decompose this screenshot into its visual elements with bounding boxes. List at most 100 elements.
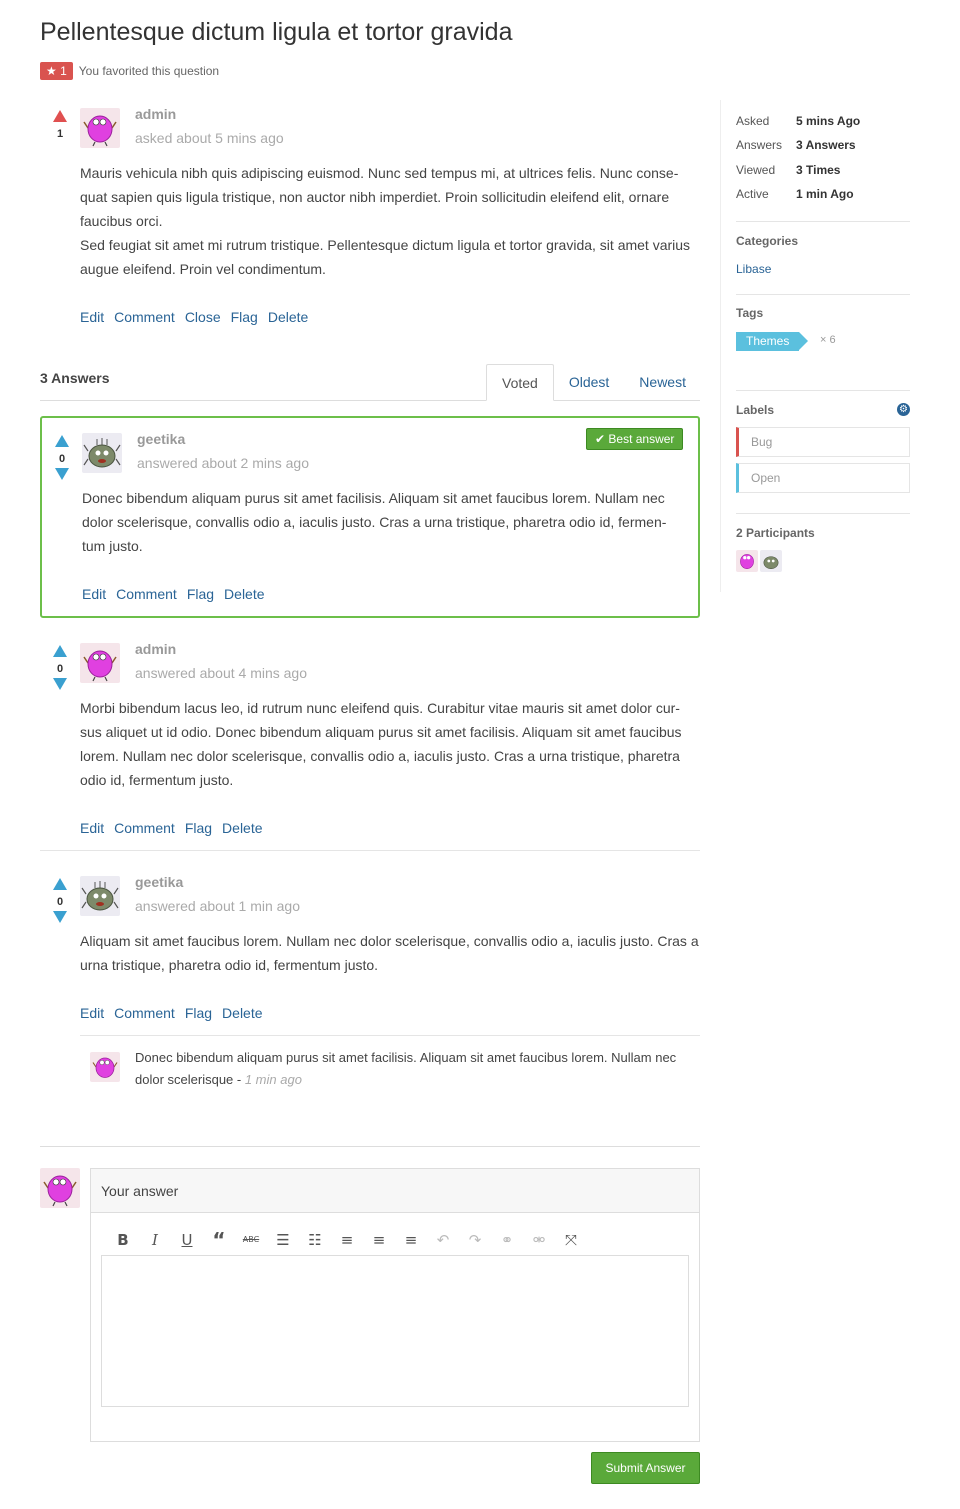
comment-avatar[interactable] <box>90 1052 120 1082</box>
answer-author[interactable]: geetika <box>135 874 183 890</box>
answer-author[interactable]: admin <box>135 641 176 657</box>
edit-link[interactable]: Edit <box>82 586 106 602</box>
answer-time: answered about 1 min ago <box>135 898 300 914</box>
answer-body: Donec bibendum aliquam purus sit amet fa… <box>82 490 667 554</box>
answer-time: answered about 4 mins ago <box>135 665 307 681</box>
flag-link[interactable]: Flag <box>187 586 214 602</box>
answer-author[interactable]: geetika <box>137 431 185 447</box>
downvote-icon[interactable] <box>53 911 67 923</box>
participant-avatar[interactable] <box>736 550 758 572</box>
stat-value: 1 min Ago <box>796 187 854 201</box>
divider <box>80 1035 700 1036</box>
flag-link[interactable]: Flag <box>185 820 212 836</box>
answer-textarea[interactable] <box>101 1255 689 1407</box>
stat-key: Active <box>736 187 769 201</box>
participants-heading: 2 Participants <box>736 526 815 540</box>
align-right-icon[interactable]: ≡ <box>395 1229 427 1251</box>
gear-icon[interactable]: ⚙ <box>897 403 910 416</box>
quote-icon[interactable]: “ <box>203 1229 235 1251</box>
tag-themes[interactable]: Themes <box>736 332 809 351</box>
avatar[interactable] <box>80 643 120 683</box>
label-open[interactable]: Open <box>736 463 910 493</box>
pink-monster-icon <box>92 1057 118 1078</box>
strikethrough-icon[interactable]: ABC <box>235 1229 267 1251</box>
answer-actions: Edit Comment Flag Delete <box>82 586 265 602</box>
divider <box>736 513 910 514</box>
redo-icon[interactable]: ↷ <box>459 1229 491 1251</box>
participant-avatar[interactable] <box>760 550 782 572</box>
answer-vote: 0 <box>40 645 80 690</box>
question-asked-time: asked about 5 mins ago <box>135 130 284 146</box>
tab-newest[interactable]: Newest <box>624 364 701 401</box>
vote-count: 0 <box>56 663 64 675</box>
align-left-icon[interactable]: ≡ <box>331 1229 363 1251</box>
submit-answer-button[interactable]: Submit Answer <box>591 1452 700 1484</box>
divider <box>736 294 910 295</box>
divider <box>40 1146 700 1147</box>
comment-link[interactable]: Comment <box>114 309 175 325</box>
answer-actions: Edit Comment Flag Delete <box>80 820 263 836</box>
avatar[interactable] <box>80 108 120 148</box>
answer-actions: Edit Comment Flag Delete <box>80 1005 263 1021</box>
comment-link[interactable]: Comment <box>114 820 175 836</box>
comment: Donec bibendum aliquam purus sit amet fa… <box>135 1047 695 1091</box>
comment-link[interactable]: Comment <box>116 586 177 602</box>
upvote-icon[interactable] <box>53 878 67 890</box>
delete-link[interactable]: Delete <box>224 586 264 602</box>
upvote-icon[interactable] <box>53 110 67 122</box>
edit-link[interactable]: Edit <box>80 820 104 836</box>
flag-link[interactable]: Flag <box>231 309 258 325</box>
comment-link[interactable]: Comment <box>114 1005 175 1021</box>
answer-body: Morbi bibendum lacus leo, id rutrum nunc… <box>80 700 682 788</box>
edit-link[interactable]: Edit <box>80 309 104 325</box>
divider <box>736 221 910 222</box>
underline-icon[interactable]: U <box>171 1229 203 1251</box>
stat-key: Answers <box>736 138 783 152</box>
downvote-icon[interactable] <box>55 468 69 480</box>
delete-link[interactable]: Delete <box>268 309 308 325</box>
answer-sort-tabs: Voted Oldest Newest <box>486 364 701 401</box>
downvote-icon[interactable] <box>53 678 67 690</box>
divider <box>736 390 910 391</box>
unlink-icon[interactable]: ⚮ <box>523 1229 555 1251</box>
numbered-list-icon[interactable]: ☷ <box>299 1229 331 1251</box>
answer-time: answered about 2 mins ago <box>137 455 309 471</box>
gray-monster-icon <box>81 881 119 911</box>
answer-vote: 0 <box>40 878 80 923</box>
align-center-icon[interactable]: ≡ <box>363 1229 395 1251</box>
avatar[interactable] <box>82 433 122 473</box>
italic-icon[interactable]: I <box>139 1229 171 1251</box>
page-title: Pellentesque dictum ligula et tortor gra… <box>40 18 513 46</box>
delete-link[interactable]: Delete <box>222 1005 262 1021</box>
answer-editor: Your answer B I U “ ABC ☰ ☷ ≡ ≡ ≡ ↶ ↷ ⚭ … <box>90 1168 700 1442</box>
bullet-list-icon[interactable]: ☰ <box>267 1229 299 1251</box>
question-actions: Edit Comment Close Flag Delete <box>80 309 308 325</box>
flag-link[interactable]: Flag <box>185 1005 212 1021</box>
favorite-badge[interactable]: ★ 1 <box>40 62 73 80</box>
question-paragraph: Sed feugiat sit amet mi rutrum tristique… <box>80 237 691 277</box>
close-link[interactable]: Close <box>185 309 221 325</box>
label-bug[interactable]: Bug <box>736 427 910 457</box>
fullscreen-icon[interactable]: ⤧ <box>555 1229 587 1251</box>
best-answer-badge: ✔ Best answer <box>586 428 684 450</box>
question-body: Mauris vehicula nibh quis adipiscing eui… <box>80 161 700 281</box>
tab-oldest[interactable]: Oldest <box>554 364 624 401</box>
upvote-icon[interactable] <box>53 645 67 657</box>
question-author[interactable]: admin <box>135 106 176 122</box>
editor-toolbar: B I U “ ABC ☰ ☷ ≡ ≡ ≡ ↶ ↷ ⚭ ⚮ ⤧ <box>107 1229 587 1251</box>
tab-voted[interactable]: Voted <box>486 364 554 401</box>
stat-value: 3 Times <box>796 163 841 177</box>
delete-link[interactable]: Delete <box>222 820 262 836</box>
categories-heading: Categories <box>736 234 799 248</box>
upvote-icon[interactable] <box>55 435 69 447</box>
divider <box>40 850 700 851</box>
link-icon[interactable]: ⚭ <box>491 1229 523 1251</box>
edit-link[interactable]: Edit <box>80 1005 104 1021</box>
category-link[interactable]: Libase <box>736 262 771 276</box>
vote-count: 1 <box>56 128 64 140</box>
stat-key: Asked <box>736 114 770 128</box>
bold-icon[interactable]: B <box>107 1229 139 1251</box>
undo-icon[interactable]: ↶ <box>427 1229 459 1251</box>
current-user-avatar[interactable] <box>40 1168 80 1208</box>
avatar[interactable] <box>80 876 120 916</box>
